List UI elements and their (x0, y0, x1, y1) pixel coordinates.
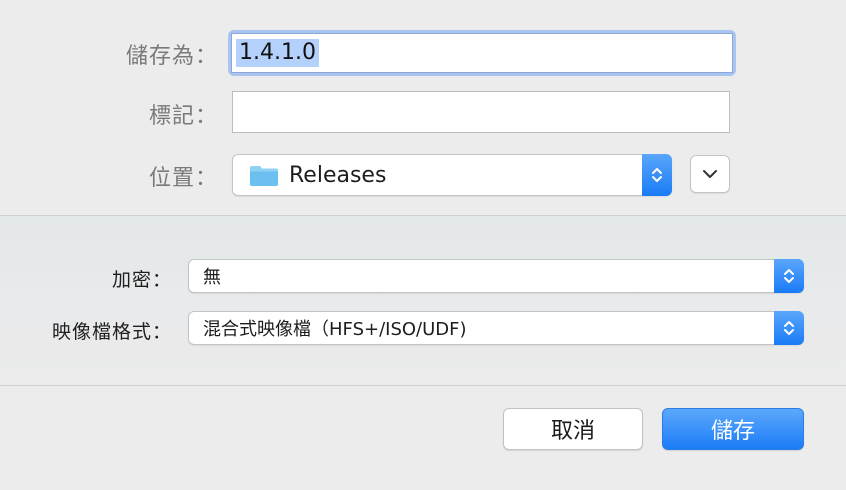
save-as-field[interactable]: 1.4.1.0 (228, 30, 736, 76)
image-format-label: 映像檔格式： (51, 321, 172, 343)
save-button[interactable]: 儲存 (662, 408, 804, 450)
location-popup[interactable]: Releases (232, 154, 672, 196)
expand-button[interactable] (690, 155, 730, 193)
save-as-label: 儲存為： (125, 44, 218, 69)
encryption-stepper[interactable] (774, 259, 804, 293)
cancel-button[interactable]: 取消 (503, 408, 643, 450)
folder-icon (250, 166, 278, 186)
location-value: Releases (289, 162, 387, 188)
image-format-stepper[interactable] (774, 311, 804, 345)
chevron-down-icon (703, 170, 717, 178)
tags-field[interactable] (232, 91, 730, 133)
encryption-popup[interactable]: 無 (188, 259, 804, 293)
encryption-value: 無 (203, 267, 221, 288)
save-as-value: 1.4.1.0 (236, 39, 319, 67)
image-format-value: 混合式映像檔（HFS+/ISO/UDF) (203, 319, 467, 340)
tags-label: 標記： (148, 104, 218, 129)
disk-image-options-panel (0, 216, 846, 385)
chevron-up-down-icon (652, 168, 662, 182)
chevron-up-down-icon (784, 269, 794, 283)
image-format-popup[interactable]: 混合式映像檔（HFS+/ISO/UDF) (188, 311, 804, 345)
chevron-up-down-icon (784, 321, 794, 335)
location-stepper[interactable] (642, 154, 672, 196)
encryption-label: 加密： (111, 269, 172, 291)
where-label: 位置： (148, 166, 218, 191)
save-as-input[interactable]: 1.4.1.0 (231, 33, 733, 73)
